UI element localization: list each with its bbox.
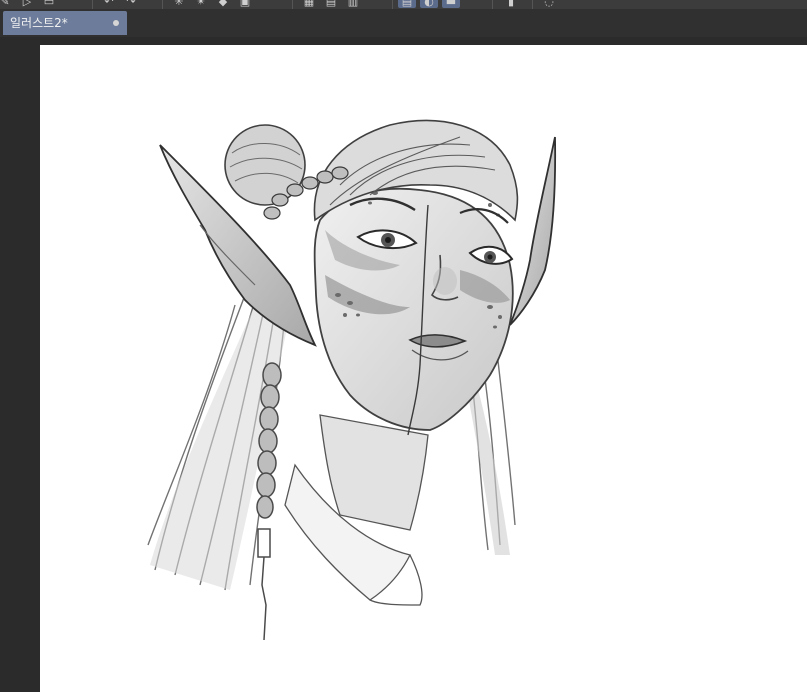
comment-icon[interactable]: ◌: [540, 0, 558, 8]
canvas-area[interactable]: [0, 45, 807, 692]
ruler-icon[interactable]: ▤: [322, 0, 340, 8]
elf-portrait-artwork: [147, 119, 557, 641]
rotate-icon[interactable]: ◐: [420, 0, 438, 8]
snap-icon[interactable]: ✳: [170, 0, 188, 8]
face: [313, 187, 514, 431]
document-tab-bar: 일러스트2*: [0, 9, 807, 37]
fill-icon[interactable]: ◆: [214, 0, 232, 8]
layer-icon[interactable]: ▤: [398, 0, 416, 8]
toolbar-divider: [292, 0, 293, 9]
grid-icon[interactable]: ▦: [300, 0, 318, 8]
trash-icon[interactable]: ▮: [502, 0, 520, 8]
top-toolbar: ✎ ▷ ▭ ↶ ↷ ✳ ✴ ◆ ▣ ▦ ▤ ▥ ▤ ◐ ▬ ▮ ◌: [0, 0, 807, 9]
toolbar-divider: [532, 0, 533, 9]
snap-alt-icon[interactable]: ✴: [192, 0, 210, 8]
play-icon[interactable]: ▷: [18, 0, 36, 8]
rectangle-icon[interactable]: ▭: [40, 0, 58, 8]
view-icon[interactable]: ▬: [442, 0, 460, 8]
tab-divider: [0, 37, 807, 45]
right-ear: [509, 136, 557, 326]
redo-icon[interactable]: ↷: [122, 0, 140, 8]
toolbar-divider: [492, 0, 493, 9]
canvas-paper[interactable]: [40, 45, 807, 692]
document-tab-title: 일러스트2*: [10, 16, 68, 30]
undo-icon[interactable]: ↶: [100, 0, 118, 8]
document-tab[interactable]: 일러스트2*: [3, 11, 127, 35]
pen-icon[interactable]: ✎: [0, 0, 14, 8]
transform-icon[interactable]: ▣: [236, 0, 254, 8]
close-dot-icon[interactable]: [113, 20, 119, 26]
toolbar-divider: [162, 0, 163, 9]
toolbar-divider: [392, 0, 393, 9]
toolbar-divider: [92, 0, 93, 9]
align-icon[interactable]: ▥: [344, 0, 362, 8]
